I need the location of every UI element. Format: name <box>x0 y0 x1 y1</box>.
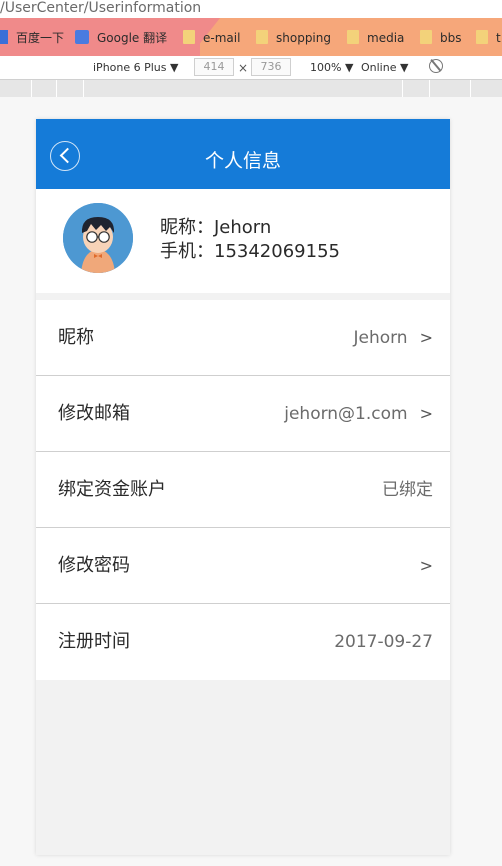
row-change-email[interactable]: 修改邮箱 jehorn@1.com > <box>36 376 450 452</box>
profile-info: 昵称：Jehorn 手机：15342069155 <box>160 216 340 264</box>
row-label: 修改密码 <box>58 555 130 576</box>
viewport-width-input[interactable]: 414 <box>194 58 234 76</box>
row-bind-account[interactable]: 绑定资金账户 已绑定 <box>36 452 450 528</box>
google-translate-icon <box>75 30 89 44</box>
row-label: 昵称 <box>58 327 94 348</box>
row-change-password[interactable]: 修改密码 > <box>36 528 450 604</box>
bookmark-t[interactable]: t <box>476 29 501 47</box>
row-value: Jehorn > <box>353 300 433 376</box>
chevron-right-icon: > <box>419 328 433 347</box>
folder-icon <box>476 30 488 44</box>
viewport-height-input[interactable]: 736 <box>251 58 291 76</box>
row-value: > <box>408 528 433 604</box>
row-nickname[interactable]: 昵称 Jehorn > <box>36 300 450 376</box>
bookmark-baidu[interactable]: 百度一下 <box>0 29 64 47</box>
back-button[interactable] <box>50 141 80 171</box>
row-value: jehorn@1.com > <box>284 376 433 452</box>
settings-list: 昵称 Jehorn > 修改邮箱 jehorn@1.com > 绑定资金账户 已绑定… <box>36 300 450 680</box>
avatar <box>63 203 133 273</box>
chevron-right-icon: > <box>419 404 433 423</box>
url-text: /UserCenter/Userinformation <box>0 0 202 16</box>
page-title: 个人信息 <box>204 150 281 172</box>
bookmark-bbs[interactable]: bbs <box>420 29 462 47</box>
row-register-time: 注册时间 2017-09-27 <box>36 604 450 680</box>
device-toolbar: iPhone 6 Plus ▼ 414 × 736 100% ▼ Online … <box>0 56 502 80</box>
row-label: 修改邮箱 <box>58 403 130 424</box>
profile-card: 昵称：Jehorn 手机：15342069155 <box>36 189 450 293</box>
address-bar[interactable]: /UserCenter/Userinformation <box>0 0 502 18</box>
bookmark-media[interactable]: media <box>347 29 404 47</box>
baidu-icon <box>0 30 8 44</box>
dimension-separator: × <box>238 61 249 75</box>
rotate-icon[interactable] <box>429 59 443 73</box>
mobile-viewport: 个人信息 昵称：Jehorn 手机：15342069155 昵称 Jehorn … <box>36 119 450 855</box>
folder-icon <box>256 30 268 44</box>
row-value: 已绑定 <box>382 480 433 500</box>
row-value: 2017-09-27 <box>334 632 433 652</box>
device-select[interactable]: iPhone 6 Plus ▼ <box>93 61 178 74</box>
zoom-select[interactable]: 100% ▼ <box>310 61 353 74</box>
bookmark-shopping[interactable]: shopping <box>256 29 331 47</box>
page-header: 个人信息 <box>36 119 450 189</box>
network-throttle-select[interactable]: Online ▼ <box>361 61 408 74</box>
profile-phone: 手机：15342069155 <box>160 241 340 262</box>
folder-icon <box>347 30 359 44</box>
profile-nickname: 昵称：Jehorn <box>160 217 272 238</box>
chevron-right-icon: > <box>419 556 433 575</box>
row-label: 绑定资金账户 <box>58 479 166 500</box>
media-query-ruler <box>0 80 502 97</box>
row-label: 注册时间 <box>58 631 130 652</box>
bookmark-email[interactable]: e-mail <box>183 29 240 47</box>
folder-icon <box>183 30 195 44</box>
folder-icon <box>420 30 432 44</box>
bookmarks-bar: 百度一下 Google 翻译 e-mail shopping media bbs… <box>0 18 502 56</box>
bookmark-google-translate[interactable]: Google 翻译 <box>75 29 167 47</box>
